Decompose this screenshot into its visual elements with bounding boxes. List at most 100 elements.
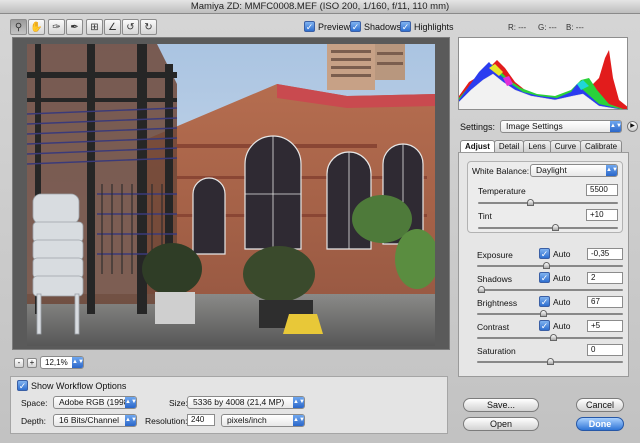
slider-thumb[interactable]	[552, 224, 559, 231]
histogram-graph	[459, 50, 627, 109]
dropdown-arrow-icon: ▲▼	[72, 357, 84, 368]
window-title: Mamiya ZD: MMFC0008.MEF (ISO 200, 1/160,…	[0, 0, 640, 14]
white-balance-group: White Balance: Daylight ▲▼ Temperature 5…	[467, 161, 623, 233]
tab-curve[interactable]: Curve	[549, 140, 582, 152]
temperature-label: Temperature	[478, 186, 526, 196]
temperature-field[interactable]: 5500	[586, 184, 618, 196]
resolution-unit-select[interactable]: pixels/inch ▲▼	[221, 414, 305, 427]
shadows-slider[interactable]	[477, 286, 623, 293]
brightness-slider[interactable]	[477, 310, 623, 317]
brightness-label: Brightness	[477, 298, 518, 308]
white-balance-label: White Balance:	[472, 166, 530, 176]
saturation-label: Saturation	[477, 346, 516, 356]
resolution-label: Resolution:	[145, 416, 188, 426]
adjust-panel: White Balance: Daylight ▲▼ Temperature 5…	[458, 152, 629, 377]
tab-detail[interactable]: Detail	[493, 140, 525, 152]
workflow-options: ✓ Show Workflow Options Space: Adobe RGB…	[10, 376, 448, 434]
highlights-checkbox[interactable]: ✓ Highlights	[400, 21, 454, 32]
settings-select[interactable]: Image Settings ▲▼	[500, 120, 623, 133]
checkmark-icon: ✓	[539, 320, 550, 331]
checkmark-icon: ✓	[17, 380, 28, 391]
building-photo-image	[27, 44, 435, 346]
settings-menu-icon[interactable]: ▶	[627, 121, 639, 132]
checkmark-icon: ✓	[400, 21, 411, 32]
slider-thumb[interactable]	[549, 334, 557, 341]
settings-row: Settings: Image Settings ▲▼ ▶	[460, 120, 639, 133]
space-label: Space:	[21, 398, 48, 408]
preview-photo	[27, 44, 435, 346]
temperature-slider[interactable]	[478, 199, 618, 206]
show-workflow-checkbox[interactable]: ✓ Show Workflow Options	[17, 380, 126, 391]
dropdown-arrow-icon: ▲▼	[293, 415, 305, 426]
red-readout: R: ---	[508, 23, 527, 32]
tint-field[interactable]: +10	[586, 209, 618, 221]
exposure-field[interactable]: -0,35	[587, 248, 623, 260]
exposure-label: Exposure	[477, 250, 513, 260]
preview-checkbox[interactable]: ✓ Preview	[304, 21, 350, 32]
straighten-tool-icon[interactable]: ∠	[104, 19, 121, 35]
shadows-field[interactable]: 2	[587, 272, 623, 284]
open-button[interactable]: Open	[463, 417, 539, 431]
contrast-label: Contrast	[477, 322, 510, 332]
zoom-in-button[interactable]: +	[27, 357, 37, 368]
saturation-field[interactable]: 0	[587, 344, 623, 356]
checkmark-icon: ✓	[350, 21, 361, 32]
color-sampler-tool-icon[interactable]: ✒	[66, 19, 83, 35]
resolution-field[interactable]: 240	[187, 414, 215, 426]
brightness-field[interactable]: 67	[587, 296, 623, 308]
dropdown-arrow-icon: ▲▼	[606, 165, 618, 176]
shadows-label: Shadows	[477, 274, 512, 284]
done-button[interactable]: Done	[576, 417, 624, 431]
save-button[interactable]: Save...	[463, 398, 539, 412]
rotate-left-icon[interactable]: ↺	[122, 19, 139, 35]
settings-tabs: Adjust Detail Lens Curve Calibrate	[460, 140, 623, 152]
zoom-tool-icon[interactable]: ⚲	[10, 19, 27, 35]
hand-tool-icon[interactable]: ✋	[28, 19, 45, 35]
dropdown-arrow-icon: ▲▼	[293, 397, 305, 408]
zoom-level-select[interactable]: 12,1% ▲▼	[40, 356, 84, 369]
white-balance-select[interactable]: Daylight ▲▼	[530, 164, 618, 177]
white-balance-tool-icon[interactable]: ✑	[48, 19, 65, 35]
checkmark-icon: ✓	[304, 21, 315, 32]
tab-calibrate[interactable]: Calibrate	[580, 140, 623, 152]
toolbar: ⚲ ✋ ✑ ✒ ⊞ ∠ ↺ ↻ ✓ Preview ✓ Shadows ✓ Hi…	[0, 15, 640, 39]
dropdown-arrow-icon: ▲▼	[610, 121, 622, 132]
dropdown-arrow-icon: ▲▼	[125, 415, 137, 426]
depth-label: Depth:	[21, 416, 47, 426]
checkmark-icon: ✓	[539, 272, 550, 283]
settings-label: Settings:	[460, 121, 496, 132]
checkmark-icon: ✓	[539, 248, 550, 259]
slider-thumb[interactable]	[547, 358, 554, 365]
zoom-controls: - + 12,1% ▲▼	[14, 356, 84, 369]
rotate-right-icon[interactable]: ↻	[140, 19, 157, 35]
slider-thumb[interactable]	[526, 199, 534, 206]
size-label: Size:	[169, 398, 188, 408]
exposure-slider[interactable]	[477, 262, 623, 269]
crop-tool-icon[interactable]: ⊞	[86, 19, 103, 35]
tint-slider[interactable]	[478, 224, 618, 231]
slider-thumb[interactable]	[478, 286, 486, 293]
contrast-auto-checkbox[interactable]: ✓ Auto	[539, 320, 571, 331]
shadows-auto-checkbox[interactable]: ✓ Auto	[539, 272, 571, 283]
histogram	[458, 37, 628, 110]
space-select[interactable]: Adobe RGB (1998) ▲▼	[53, 396, 137, 409]
cancel-button[interactable]: Cancel	[576, 398, 624, 412]
slider-thumb[interactable]	[542, 262, 550, 269]
blue-readout: B: ---	[566, 23, 584, 32]
exposure-auto-checkbox[interactable]: ✓ Auto	[539, 248, 571, 259]
green-readout: G: ---	[538, 23, 557, 32]
brightness-auto-checkbox[interactable]: ✓ Auto	[539, 296, 571, 307]
contrast-slider[interactable]	[477, 334, 623, 341]
dropdown-arrow-icon: ▲▼	[125, 397, 137, 408]
size-select[interactable]: 5336 by 4008 (21,4 MP) ▲▼	[187, 396, 305, 409]
shadows-checkbox[interactable]: ✓ Shadows	[350, 21, 401, 32]
tint-label: Tint	[478, 211, 492, 221]
image-preview-area[interactable]	[12, 37, 450, 350]
depth-select[interactable]: 16 Bits/Channel ▲▼	[53, 414, 137, 427]
saturation-slider[interactable]	[477, 358, 623, 365]
contrast-field[interactable]: +5	[587, 320, 623, 332]
slider-thumb[interactable]	[539, 310, 547, 317]
tab-lens[interactable]: Lens	[523, 140, 551, 152]
zoom-out-button[interactable]: -	[14, 357, 24, 368]
tab-adjust[interactable]: Adjust	[460, 140, 495, 152]
